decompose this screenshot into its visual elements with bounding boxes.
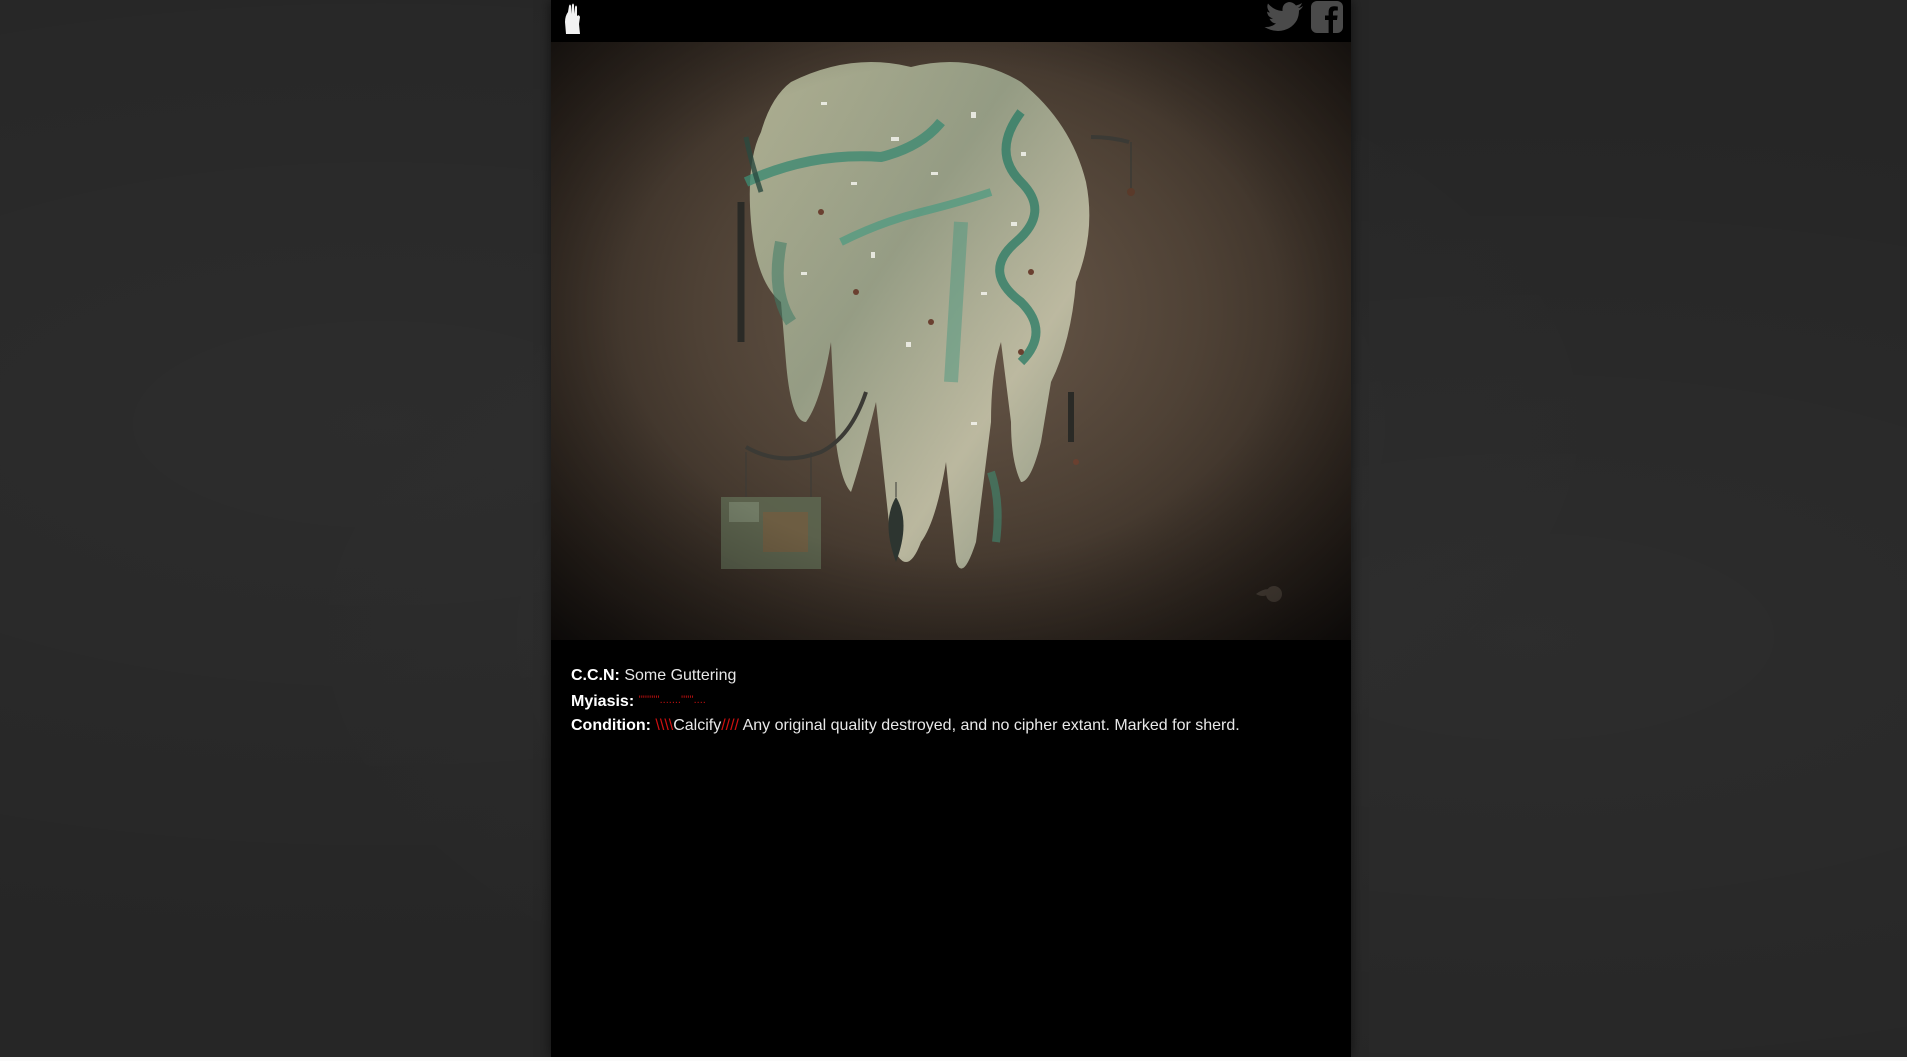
myiasis-label: Myiasis:	[571, 693, 635, 710]
top-bar	[551, 0, 1351, 42]
hand-logo-icon[interactable]	[559, 2, 587, 34]
record-details: C.C.N: Some Guttering Myiasis: '''''''''…	[571, 664, 1341, 738]
ccn-label: C.C.N:	[571, 667, 620, 684]
condition-row: Condition: \\\\Calcify//// Any original …	[571, 714, 1341, 738]
twitter-icon[interactable]	[1263, 0, 1307, 34]
condition-text: Any original quality destroyed, and no c…	[742, 717, 1240, 734]
condition-prefix: \\\\	[655, 717, 674, 734]
condition-label: Condition:	[571, 717, 651, 734]
ccn-value: Some Guttering	[624, 667, 737, 684]
condition-suffix: ////	[721, 717, 739, 734]
bottom-edge	[0, 1057, 1907, 1061]
facebook-icon[interactable]	[1309, 0, 1345, 34]
artwork-image	[551, 42, 1351, 640]
myiasis-row: Myiasis: ''''''''''.......''''''....	[571, 688, 1341, 714]
myiasis-value: ''''''''''.......''''''....	[638, 694, 706, 706]
content-column: C.C.N: Some Guttering Myiasis: '''''''''…	[551, 0, 1351, 1057]
condition-word: Calcify	[673, 717, 722, 734]
ccn-row: C.C.N: Some Guttering	[571, 664, 1341, 688]
